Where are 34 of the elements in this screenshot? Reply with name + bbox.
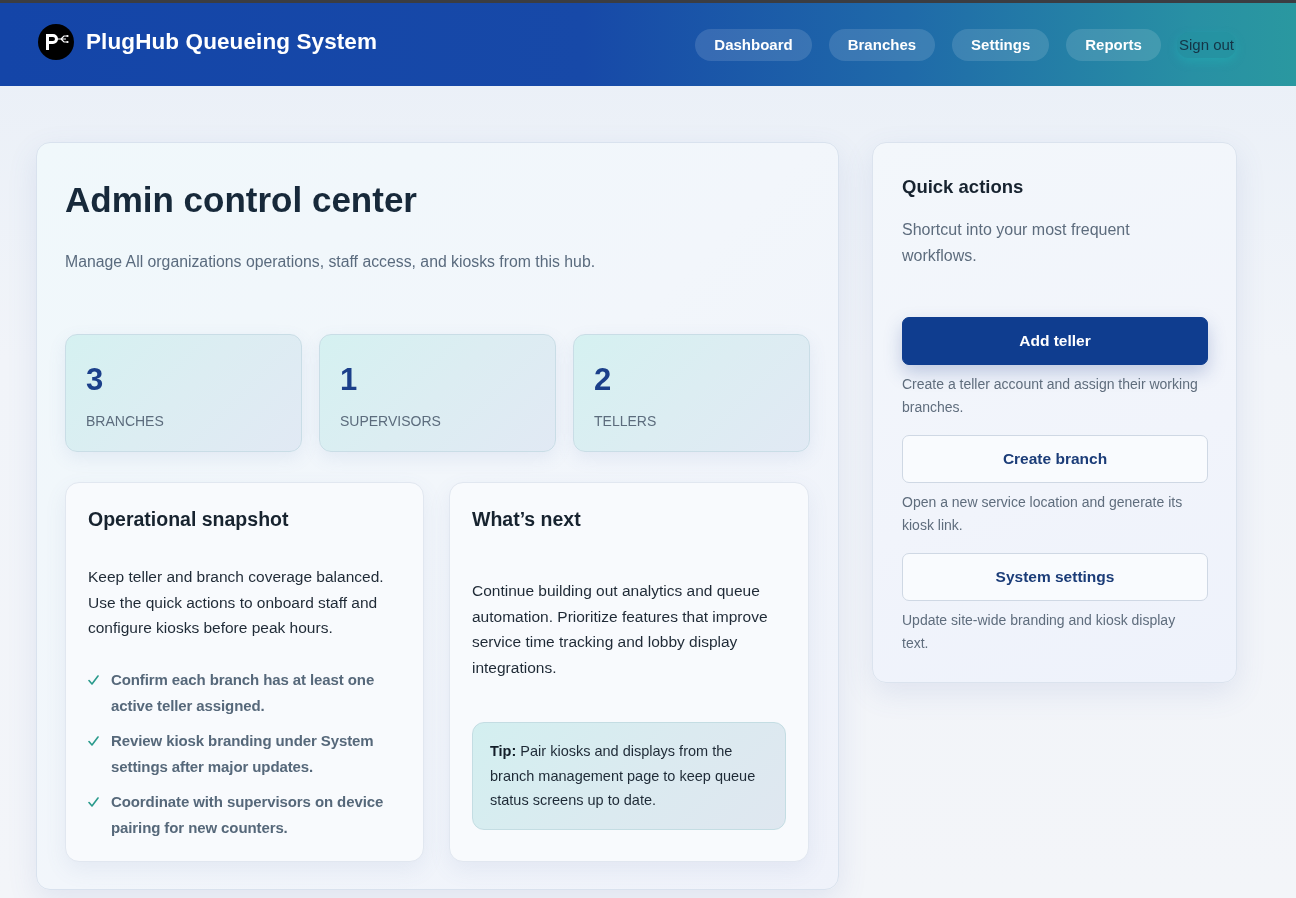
action-button[interactable]: Add teller (902, 317, 1208, 365)
stat-label: BRANCHES (86, 412, 164, 430)
action-button[interactable]: System settings (902, 553, 1208, 601)
card-text: Continue building out analytics and queue automation. Prioritize features that improve service time tracking and lobby display integrations. (472, 581, 769, 678)
stat-label: SUPERVISORS (340, 412, 441, 430)
checklist-text: Review kiosk branding under System settings after major updates. (111, 730, 375, 777)
action-description: Update site-wide branding and kiosk display text. (902, 611, 1177, 653)
stat-label: TELLERS (594, 412, 657, 430)
action-button[interactable]: Create branch (902, 435, 1208, 483)
app-title: PlugHub Queueing System (86, 29, 378, 55)
stat-value: 2 (594, 362, 612, 398)
card-title: What’s next (472, 507, 582, 532)
nav-button[interactable]: Branches (828, 28, 936, 61)
check-icon (88, 735, 99, 746)
page-subtitle: Manage All organizations operations, staff access, and kiosks from this hub. (65, 252, 597, 272)
checklist-text: Coordinate with supervisors on device pairing for new counters. (111, 791, 385, 838)
panel-title: Quick actions (902, 175, 1025, 199)
check-icon (88, 796, 99, 807)
sign-out-button[interactable]: Sign out (1176, 31, 1236, 58)
page-title: Admin control center (65, 179, 418, 221)
action-description: Create a teller account and assign their working branches. (902, 375, 1199, 417)
stat-value: 1 (340, 362, 358, 398)
check-icon (88, 674, 99, 685)
nav-button[interactable]: Reports (1066, 28, 1161, 61)
tip-box: Tip: Pair kiosks and displays from the branch management page to keep queue status screens up to date. (472, 722, 786, 830)
panel-description: Shortcut into your most frequent workflows. (902, 220, 1131, 266)
nav-button[interactable]: Settings (952, 28, 1050, 61)
checklist-text: Confirm each branch has at least one active teller assigned. (111, 669, 376, 716)
action-description: Open a new service location and generate its kiosk link. (902, 493, 1184, 535)
card-title: Operational snapshot (88, 507, 290, 532)
logo-icon (38, 24, 74, 60)
nav-button[interactable]: Dashboard (695, 28, 812, 61)
stat-value: 3 (86, 362, 104, 398)
card-text: Keep teller and branch coverage balanced. Use the quick actions to onboard staff and configure kiosks before peak hours. (88, 567, 385, 638)
